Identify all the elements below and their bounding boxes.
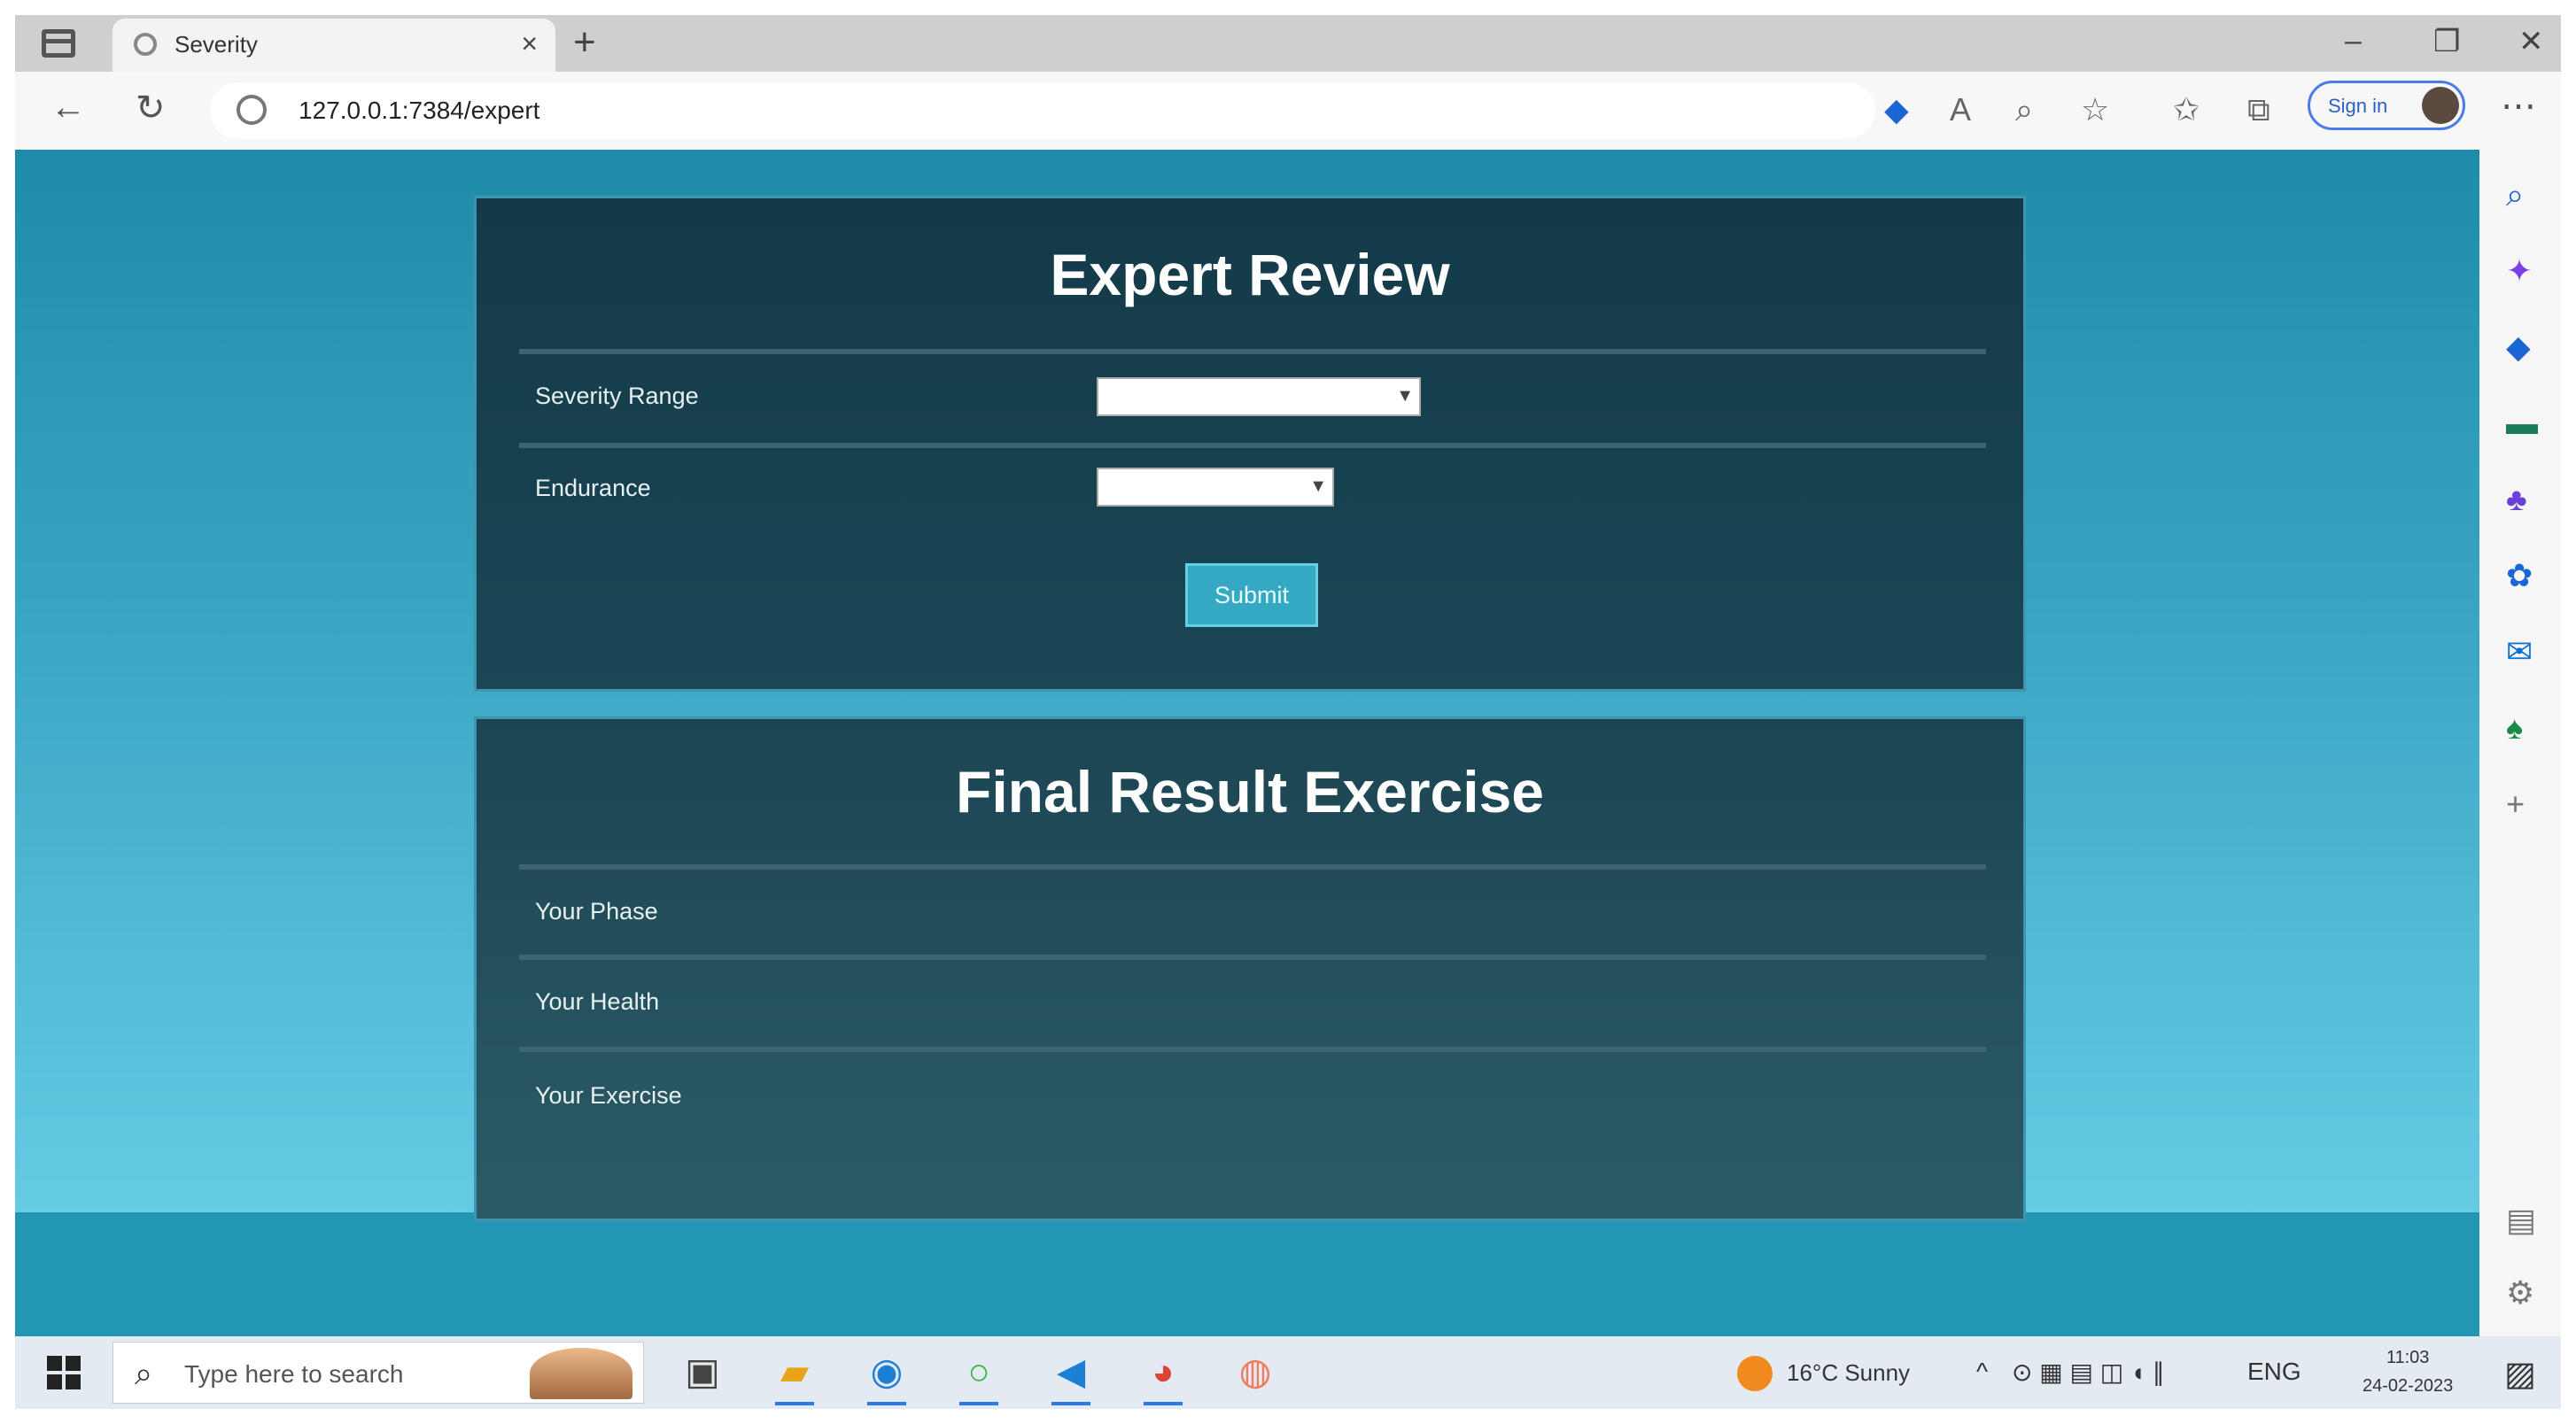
page-viewport: Expert Review Severity Range ▼ Endurance… <box>15 150 2479 1336</box>
divider <box>519 349 1986 354</box>
windows-logo-icon[interactable] <box>47 1356 81 1389</box>
submit-button[interactable]: Submit <box>1185 563 1318 627</box>
extension-icon[interactable]: ◆ <box>1884 91 1909 128</box>
close-window-icon[interactable]: ✕ <box>2518 24 2544 59</box>
office-icon[interactable]: ✿ <box>2506 557 2533 594</box>
url-text: 127.0.0.1:7384/expert <box>299 97 540 124</box>
search-placeholder: Type here to search <box>184 1360 404 1388</box>
search-icon: ⌕ <box>135 1355 153 1391</box>
favorites-icon[interactable]: ✩ <box>2173 91 2200 128</box>
endurance-label: Endurance <box>535 475 651 501</box>
divider <box>519 1047 1986 1052</box>
page-footer <box>15 1212 2479 1336</box>
settings-icon[interactable]: ⚙ <box>2506 1274 2534 1312</box>
app-icon-2[interactable]: ◍ <box>1230 1347 1280 1397</box>
new-tab-icon[interactable]: + <box>573 20 596 65</box>
copilot-icon[interactable]: ✦ <box>2506 252 2533 290</box>
refresh-icon[interactable]: ↻ <box>136 88 166 128</box>
taskbar: ⌕ Type here to search ▣ ▰ ◉ ○ ◀ ◕ ◍ 16°C… <box>15 1336 2561 1409</box>
exercise-label: Your Exercise <box>535 1082 682 1109</box>
edge-sidebar: ⌕ ✦ ◆ ▬ ♣ ✿ ✉ ♠ + ▤ ⚙ <box>2479 150 2561 1336</box>
date: 24-02-2023 <box>2363 1376 2454 1396</box>
file-explorer-icon[interactable]: ▰ <box>770 1347 819 1405</box>
divider <box>519 955 1986 960</box>
clock[interactable]: 11:03 24-02-2023 <box>2363 1343 2453 1400</box>
chevron-down-icon: ▼ <box>1309 476 1327 496</box>
chrome-icon[interactable]: ◕ <box>1138 1347 1188 1405</box>
final-result-title: Final Result Exercise <box>956 759 1544 824</box>
tools-icon[interactable]: ▬ <box>2506 405 2538 442</box>
drop-icon[interactable]: ♠ <box>2506 709 2523 747</box>
app-icon[interactable]: ○ <box>954 1347 1004 1405</box>
tab-close-icon[interactable]: × <box>521 27 538 60</box>
severity-range-label: Severity Range <box>535 383 699 409</box>
notification-icon[interactable]: ▨ <box>2504 1354 2536 1394</box>
sign-in-button[interactable]: Sign in <box>2308 81 2465 130</box>
site-info-icon[interactable] <box>237 95 267 125</box>
chevron-down-icon: ▼ <box>1396 386 1414 406</box>
url-field[interactable]: 127.0.0.1:7384/expert <box>210 82 1875 139</box>
divider <box>519 864 1986 870</box>
back-icon[interactable]: ← <box>50 88 86 128</box>
avatar <box>2422 87 2459 124</box>
address-bar: ← ↻ 127.0.0.1:7384/expert ◆ A ⌕ ☆ ✩ ⧉ Si… <box>15 72 2561 151</box>
chevron-up-icon[interactable]: ^ <box>1976 1358 1988 1386</box>
read-aloud-icon[interactable]: A <box>1950 91 1971 128</box>
more-icon[interactable]: ⋯ <box>2501 86 2536 127</box>
browser-tab[interactable]: Severity × <box>113 19 555 72</box>
edge-icon[interactable]: ◉ <box>862 1347 912 1405</box>
tab-actions-icon[interactable] <box>42 29 75 58</box>
expert-review-title: Expert Review <box>1050 242 1450 307</box>
health-label: Your Health <box>535 988 660 1015</box>
outlook-icon[interactable]: ✉ <box>2506 633 2533 670</box>
severity-range-select[interactable]: ▼ <box>1097 377 1421 416</box>
games-icon[interactable]: ♣ <box>2506 481 2527 518</box>
expert-review-card: Expert Review Severity Range ▼ Endurance… <box>474 196 2026 692</box>
divider <box>519 443 1986 448</box>
minimize-icon[interactable]: – <box>2345 24 2362 58</box>
tab-favicon-icon <box>134 33 157 56</box>
sidebar-layout-icon[interactable]: ▤ <box>2506 1202 2536 1239</box>
tray-icons[interactable]: ⊙ ▦ ▤ ◫ ◖ ∥ <box>2012 1358 2165 1387</box>
tab-title: Severity <box>175 31 258 58</box>
zoom-icon[interactable]: ⌕ <box>2015 91 2033 129</box>
collections-icon[interactable]: ⧉ <box>2247 91 2270 129</box>
language-indicator[interactable]: ENG <box>2247 1358 2301 1386</box>
final-result-card: Final Result Exercise Your Phase Your He… <box>474 716 2026 1221</box>
phase-label: Your Phase <box>535 898 658 925</box>
time: 11:03 <box>2386 1348 2430 1367</box>
vscode-icon[interactable]: ◀ <box>1046 1347 1096 1405</box>
add-icon[interactable]: + <box>2506 786 2525 823</box>
favorite-icon[interactable]: ☆ <box>2081 91 2109 128</box>
search-highlight-image <box>530 1348 632 1399</box>
endurance-select[interactable]: ▼ <box>1097 468 1334 507</box>
sign-in-label: Sign in <box>2328 95 2388 117</box>
weather-text: 16°C Sunny <box>1787 1359 1911 1386</box>
task-view-icon[interactable]: ▣ <box>678 1347 727 1397</box>
sun-icon[interactable] <box>1737 1356 1773 1391</box>
tab-strip: Severity × + – ❐ ✕ <box>15 15 2561 72</box>
restore-icon[interactable]: ❐ <box>2433 24 2460 59</box>
browser-window: Severity × + – ❐ ✕ ← ↻ 127.0.0.1:7384/ex… <box>15 15 2561 1409</box>
search-icon[interactable]: ⌕ <box>2506 176 2524 214</box>
taskbar-search[interactable]: ⌕ Type here to search <box>113 1342 644 1404</box>
shopping-icon[interactable]: ◆ <box>2506 329 2531 366</box>
